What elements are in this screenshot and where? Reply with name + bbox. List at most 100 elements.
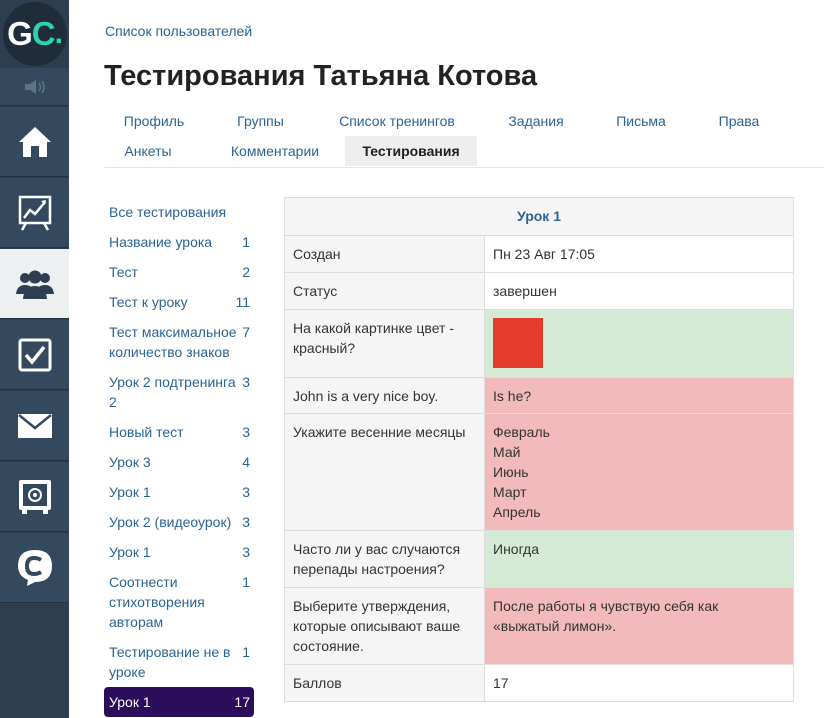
tab-trainings[interactable]: Список тренингов [329,106,465,136]
question-text: На какой картинке цвет - красный? [285,310,485,377]
checkbox-icon [18,338,51,371]
test-item-count: 3 [242,544,250,560]
answer-option: Апрель [493,504,541,520]
speaker-icon [24,79,45,94]
test-item-count: 11 [235,294,250,310]
home-icon [18,126,51,157]
created-label: Создан [285,236,485,272]
logo[interactable]: GC. [0,0,69,68]
test-item[interactable]: Название урока 1 [104,227,254,257]
test-item-count: 4 [242,454,250,470]
tab-bar: Профиль Группы Список тренингов Задания … [104,106,824,168]
tab-assignments[interactable]: Задания [490,106,582,136]
breadcrumb-link[interactable]: Список пользователей [105,23,252,39]
test-item-name: Урок 2 (видеоурок) [109,514,232,530]
test-item-count: 3 [242,424,250,440]
test-item-count: 2 [242,264,250,280]
tab-rights[interactable]: Права [701,106,777,136]
row-status: Статус завершен [285,273,793,310]
test-item-count: 17 [234,694,250,710]
test-item-name: Тест к уроку [109,294,188,310]
test-item[interactable]: Урок 3 4 [104,447,254,477]
logo-letter-g: G [7,15,33,52]
test-item-name: Новый тест [109,424,184,440]
result-title[interactable]: Урок 1 [285,198,793,236]
status-label: Статус [285,273,485,309]
status-value: завершен [493,283,557,299]
question-text: Часто ли у вас случаются перепады настро… [285,531,485,587]
test-item-name: Урок 3 [109,454,151,470]
test-item-name: Тест [109,264,138,280]
tab-comments[interactable]: Комментарии [214,136,336,166]
logo-badge: GC. [2,2,67,66]
nav-home[interactable] [0,107,69,177]
row-question-3: Укажите весенние месяцы Февраль Май Июнь… [285,414,793,531]
answer-correct [485,310,793,377]
question-text: Укажите весенние месяцы [285,414,485,530]
row-question-1: На какой картинке цвет - красный? [285,310,793,378]
test-item[interactable]: Урок 2 (видеоурок) 3 [104,507,254,537]
nav-mail[interactable] [0,391,69,461]
test-item-selected[interactable]: Урок 1 17 [104,687,254,717]
answer-wrong: Is he? [485,378,793,413]
test-item-count: 3 [242,514,250,530]
nav-users[interactable] [0,249,69,319]
question-text: Выберите утверждения, которые описывают … [285,588,485,664]
test-item-name: Название урока [109,234,213,250]
answer-option: Февраль [493,424,550,440]
test-item[interactable]: Тест 2 [104,257,254,287]
test-item-count: 7 [242,324,250,340]
speaker-button[interactable] [0,68,69,106]
answer-option: Март [493,484,527,500]
row-question-5: Выберите утверждения, которые описывают … [285,588,793,665]
test-item-all[interactable]: Все тестирования [104,197,254,227]
test-item[interactable]: Новый тест 3 [104,417,254,447]
question-text: John is a very nice boy. [285,378,485,413]
nav-safe[interactable] [0,462,69,532]
score-label: Баллов [285,665,485,701]
test-item-count: 1 [242,644,250,660]
mail-icon [17,413,52,438]
test-item-name: Урок 1 [109,544,151,560]
test-item-name: Урок 1 [109,694,151,710]
score-value: 17 [493,675,509,691]
test-item[interactable]: Урок 2 подтренинга 2 3 [104,367,254,417]
row-score: Баллов 17 [285,665,793,701]
created-value: Пн 23 Авг 17:05 [493,246,595,262]
test-item[interactable]: Тест максимальное количество знаков 7 [104,317,254,367]
test-item-count: 1 [242,234,250,250]
logo-letter-c: C [31,15,56,52]
test-item[interactable]: Тест к уроку 11 [104,287,254,317]
nav-chat[interactable] [0,533,69,603]
page-title: Тестирования Татьяна Котова [104,60,538,92]
tab-letters[interactable]: Письма [600,106,682,136]
nav-statistics[interactable] [0,178,69,248]
test-item-count: 1 [242,574,250,590]
chat-icon [17,549,52,586]
safe-icon [18,479,51,514]
test-item[interactable]: Урок 1 3 [104,537,254,567]
answer-wrong: После работы я чувствую себя как «выжаты… [485,588,793,664]
answer-wrong: Февраль Май Июнь Март Апрель [485,414,793,530]
tab-testing[interactable]: Тестирования [345,136,477,166]
tab-surveys[interactable]: Анкеты [104,136,192,166]
test-item-name: Соотнести стихотворения авторам [109,574,205,630]
test-item-count: 3 [242,484,250,500]
test-item[interactable]: Тестирование не в уроке 1 [104,637,254,687]
nav-tasks[interactable] [0,320,69,390]
test-item[interactable]: Соотнести стихотворения авторам 1 [104,567,254,637]
tab-groups[interactable]: Группы [209,106,312,136]
test-result-table: Урок 1 Создан Пн 23 Авг 17:05 Статус зав… [284,197,794,702]
sidebar: GC. [0,0,69,718]
row-question-4: Часто ли у вас случаются перепады настро… [285,531,793,588]
tab-profile[interactable]: Профиль [104,106,204,136]
answer-option: Май [493,444,521,460]
test-item-name: Тест максимальное количество знаков [109,324,237,360]
test-item[interactable]: Урок 1 3 [104,477,254,507]
row-created: Создан Пн 23 Авг 17:05 [285,236,793,273]
test-item-count: 3 [242,374,250,390]
test-item-name: Все тестирования [109,204,227,220]
red-color-swatch [493,318,543,368]
row-question-2: John is a very nice boy. Is he? [285,378,793,414]
users-icon [15,270,54,299]
